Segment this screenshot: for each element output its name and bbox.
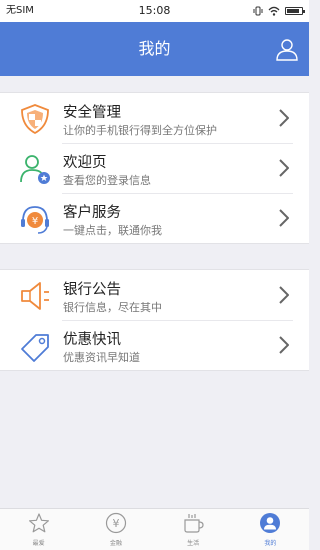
nav-bar: 我的 xyxy=(0,22,309,76)
menu-item-welcome[interactable]: 欢迎页 查看您的登录信息 xyxy=(0,143,309,193)
customer-service-icon: ¥ xyxy=(21,206,49,234)
status-bar: 无SIM 15:08 xyxy=(0,0,309,22)
menu-group-news: 银行公告 银行信息，尽在其中 优惠快讯 优惠资讯早知道 xyxy=(0,269,309,371)
chevron-right-icon xyxy=(279,109,289,127)
cup-icon xyxy=(184,514,204,533)
tab-label: 我的 xyxy=(264,540,277,547)
tab-label: 生活 xyxy=(187,540,200,547)
menu-item-title: 优惠快讯 xyxy=(63,332,121,348)
menu-item-title: 客户服务 xyxy=(63,205,121,221)
menu-item-announcements[interactable]: 银行公告 银行信息，尽在其中 xyxy=(0,270,309,320)
tab-bar: 最爱 ¥ 金融 生活 我的 xyxy=(0,508,309,550)
tab-finance[interactable]: ¥ 金融 xyxy=(77,509,154,550)
menu-group-account: 安全管理 让你的手机银行得到全方位保护 欢迎页 查看您的登录信息 ¥ 客户服务 … xyxy=(0,92,309,244)
svg-text:¥: ¥ xyxy=(32,216,38,227)
status-icons xyxy=(253,0,305,22)
vibrate-icon xyxy=(253,6,263,16)
shield-icon xyxy=(21,104,49,135)
speaker-icon xyxy=(21,282,49,310)
menu-item-subtitle: 银行信息，尽在其中 xyxy=(63,301,162,314)
wifi-icon xyxy=(268,6,280,16)
menu-item-customer-service[interactable]: ¥ 客户服务 一键点击，联通你我 xyxy=(0,193,309,243)
menu-item-security[interactable]: 安全管理 让你的手机银行得到全方位保护 xyxy=(0,93,309,143)
tab-life[interactable]: 生活 xyxy=(155,509,232,550)
user-profile-icon[interactable] xyxy=(275,37,299,61)
menu-item-subtitle: 让你的手机银行得到全方位保护 xyxy=(63,124,217,137)
chevron-right-icon xyxy=(279,159,289,177)
chevron-right-icon xyxy=(279,209,289,227)
tab-mine[interactable]: 我的 xyxy=(232,509,309,550)
menu-item-title: 银行公告 xyxy=(63,282,121,298)
tab-label: 最爱 xyxy=(32,540,45,547)
menu-item-subtitle: 优惠资讯早知道 xyxy=(63,351,140,364)
menu-item-promotions[interactable]: 优惠快讯 优惠资讯早知道 xyxy=(0,320,309,370)
user-icon xyxy=(260,513,281,533)
tab-label: 金融 xyxy=(109,540,122,547)
tag-icon xyxy=(21,334,49,362)
menu-item-subtitle: 查看您的登录信息 xyxy=(63,174,151,187)
tab-favorites[interactable]: 最爱 xyxy=(0,509,77,550)
page-title: 我的 xyxy=(138,39,171,58)
chevron-right-icon xyxy=(279,336,289,354)
menu-item-title: 欢迎页 xyxy=(63,155,107,171)
yuan-icon: ¥ xyxy=(105,512,126,534)
welcome-user-icon xyxy=(20,155,50,184)
menu-item-subtitle: 一键点击，联通你我 xyxy=(63,224,162,237)
star-icon xyxy=(28,513,49,533)
chevron-right-icon xyxy=(279,286,289,304)
battery-icon xyxy=(285,7,305,15)
svg-text:¥: ¥ xyxy=(112,517,119,530)
menu-item-title: 安全管理 xyxy=(63,105,121,121)
